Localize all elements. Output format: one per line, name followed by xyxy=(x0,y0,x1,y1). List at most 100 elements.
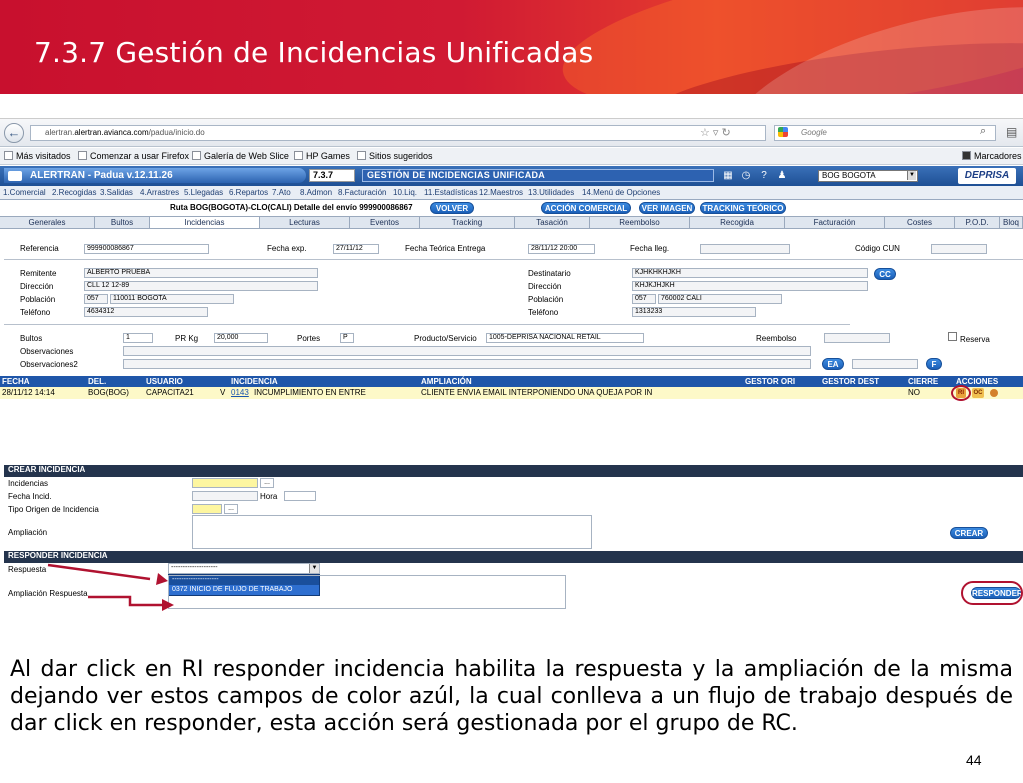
tab-bultos[interactable]: Bultos xyxy=(95,217,150,228)
codigo-cun-field[interactable] xyxy=(931,244,987,254)
tab-recogida[interactable]: Recogida xyxy=(690,217,785,228)
oc-action-icon[interactable]: OC xyxy=(972,388,984,398)
tab-tasacion[interactable]: Tasación xyxy=(515,217,590,228)
office-select[interactable]: BOG BOGOTA ▼ xyxy=(818,170,918,182)
arrowhead xyxy=(156,573,168,585)
screen-name: GESTIÓN DE INCIDENCIAS UNIFICADA xyxy=(362,169,714,182)
search-input[interactable]: Google xyxy=(774,125,996,141)
help-icon[interactable]: ? xyxy=(758,170,770,182)
search-icon[interactable]: ⌕ xyxy=(980,125,986,138)
incidencias-lookup-button[interactable]: ... xyxy=(260,478,274,488)
incidencia-code-link[interactable]: 0143 xyxy=(231,387,249,399)
col-ampliacion: AMPLIACIÓN xyxy=(421,377,472,386)
bookmarks-icon[interactable]: ▤ xyxy=(1006,125,1017,139)
tracking-teorico-button[interactable]: TRACKING TEÓRICO xyxy=(700,202,786,214)
ampliacion-textarea[interactable] xyxy=(192,515,592,549)
menu-opciones[interactable]: 14.Menú de Opciones xyxy=(582,186,660,200)
referencia-field[interactable]: 999900086867 xyxy=(84,244,209,254)
user-icon[interactable]: ♟ xyxy=(776,170,788,182)
col-del: DEL. xyxy=(88,377,107,386)
fecha-incid-field[interactable] xyxy=(192,491,258,501)
reserva-checkbox[interactable] xyxy=(948,332,957,341)
telefono-rem-field[interactable]: 4634312 xyxy=(84,307,208,317)
portes-field[interactable]: P xyxy=(340,333,354,343)
ea-field[interactable] xyxy=(852,359,918,369)
menu-arrastres[interactable]: 4.Arrastres xyxy=(140,186,179,200)
ampliacion-respuesta-textarea[interactable] xyxy=(168,575,566,609)
cc-button[interactable]: CC xyxy=(874,268,896,280)
crear-button[interactable]: CREAR xyxy=(950,527,988,539)
menu-recogidas[interactable]: 2.Recogidas xyxy=(52,186,96,200)
table-row[interactable]: 28/11/12 14:14 BOG(BOG) CAPACITA21 V 014… xyxy=(0,387,1023,399)
google-icon xyxy=(778,127,788,137)
producto-label: Producto/Servicio xyxy=(414,334,477,343)
fecha-exp-field[interactable]: 27/11/12 xyxy=(333,244,379,254)
poblacion-des-code[interactable]: 057 xyxy=(632,294,656,304)
menu-admon[interactable]: 8.Admon xyxy=(300,186,332,200)
tab-costes[interactable]: Costes xyxy=(885,217,955,228)
tab-pod[interactable]: P.O.D. xyxy=(955,217,1000,228)
address-bar[interactable]: alertran.alertran.avianca.com/padua/inic… xyxy=(30,125,766,141)
tab-facturacion[interactable]: Facturación xyxy=(785,217,885,228)
direccion-rem-field[interactable]: CLL 12 12-89 xyxy=(84,281,318,291)
fecha-teorica-field[interactable]: 28/11/12 20:00 xyxy=(528,244,595,254)
menu-maestros[interactable]: 12.Maestros xyxy=(479,186,523,200)
tab-tracking[interactable]: Tracking xyxy=(420,217,515,228)
volver-button[interactable]: VOLVER xyxy=(430,202,474,214)
destinatario-field[interactable]: KJHKHKHJKH xyxy=(632,268,868,278)
arrow-to-ampliacion xyxy=(88,595,168,607)
ver-imagen-button[interactable]: VER IMAGEN xyxy=(639,202,695,214)
reembolso-field[interactable] xyxy=(824,333,890,343)
col-usuario: USUARIO xyxy=(146,377,183,386)
screen-code-input[interactable]: 7.3.7 xyxy=(309,169,355,182)
poblacion-rem-field[interactable]: 110011 BOGOTA xyxy=(110,294,234,304)
poblacion-rem-code[interactable]: 057 xyxy=(84,294,108,304)
tab-reembolso[interactable]: Reembolso xyxy=(590,217,690,228)
menu-llegadas[interactable]: 5.Llegadas xyxy=(184,186,223,200)
menu-ato[interactable]: 7.Ato xyxy=(272,186,291,200)
tipo-origen-lookup-button[interactable]: ... xyxy=(224,504,238,514)
remitente-field[interactable]: ALBERTO PRUEBA xyxy=(84,268,318,278)
star-icon[interactable]: ☆ ▿ ↻ xyxy=(700,126,731,139)
menu-utilidades[interactable]: 13.Utilidades xyxy=(528,186,574,200)
tab-incidencias[interactable]: Incidencias xyxy=(150,217,260,228)
f-button[interactable]: F xyxy=(926,358,942,370)
bookmark-mas-visitados[interactable]: Más visitados xyxy=(4,148,71,165)
menu-liq[interactable]: 10.Liq. xyxy=(393,186,417,200)
menu-salidas[interactable]: 3.Salidas xyxy=(100,186,133,200)
calculator-icon[interactable]: ▦ xyxy=(722,170,734,182)
fecha-lleg-field[interactable] xyxy=(700,244,790,254)
bultos-field[interactable]: 1 xyxy=(123,333,153,343)
tipo-origen-field[interactable] xyxy=(192,504,222,514)
tab-generales[interactable]: Generales xyxy=(0,217,95,228)
poblacion-des-field[interactable]: 760002 CALI xyxy=(658,294,782,304)
menu-estadisticas[interactable]: 11.Estadísticas xyxy=(424,186,478,200)
pr-kg-field[interactable]: 20,000 xyxy=(214,333,268,343)
observaciones2-field[interactable] xyxy=(123,359,811,369)
menu-repartos[interactable]: 6.Repartos xyxy=(229,186,268,200)
direccion-des-field[interactable]: KHJKJHJKH xyxy=(632,281,868,291)
tab-lecturas[interactable]: Lecturas xyxy=(260,217,350,228)
tab-bloq[interactable]: Bloq xyxy=(1000,217,1023,228)
clock-icon[interactable]: ◷ xyxy=(740,170,752,182)
hora-field[interactable] xyxy=(284,491,316,501)
ea-button[interactable]: EA xyxy=(822,358,844,370)
bookmark-sitios[interactable]: Sitios sugeridos xyxy=(357,148,433,165)
truck-icon xyxy=(8,171,22,181)
incidencias-field[interactable] xyxy=(192,478,258,488)
bookmark-web-slice[interactable]: Galería de Web Slice xyxy=(192,148,289,165)
crear-incidencia-section: CREAR INCIDENCIA xyxy=(4,465,1023,475)
telefono-des-field[interactable]: 1313233 xyxy=(632,307,756,317)
observaciones-field[interactable] xyxy=(123,346,811,356)
bookmarks-menu[interactable]: Marcadores xyxy=(962,148,1022,165)
back-arrow-icon[interactable]: ← xyxy=(4,123,24,143)
bookmark-hp-games[interactable]: HP Games xyxy=(294,148,350,165)
tab-eventos[interactable]: Eventos xyxy=(350,217,420,228)
bookmark-comenzar[interactable]: Comenzar a usar Firefox xyxy=(78,148,189,165)
producto-field[interactable]: 1005-DEPRISA NACIONAL RETAIL xyxy=(486,333,644,343)
portes-label: Portes xyxy=(297,334,321,343)
action-icon[interactable] xyxy=(990,389,998,397)
accion-comercial-button[interactable]: ACCIÓN COMERCIAL xyxy=(541,202,631,214)
menu-comercial[interactable]: 1.Comercial xyxy=(3,186,46,200)
menu-facturacion[interactable]: 8.Facturación xyxy=(338,186,386,200)
